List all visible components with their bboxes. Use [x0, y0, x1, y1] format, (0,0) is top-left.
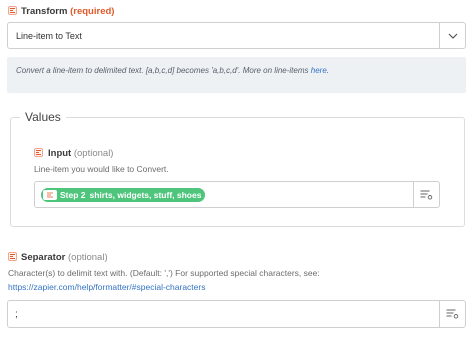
optional-tag: (optional): [68, 252, 108, 263]
transform-select[interactable]: Line-item to Text: [7, 22, 466, 49]
required-tag: (required): [70, 6, 115, 17]
input-label: Input (optional): [48, 148, 113, 159]
special-characters-link[interactable]: https://zapier.com/help/formatter/#speci…: [8, 282, 205, 292]
input-help: Line-item you would like to Convert.: [34, 164, 169, 174]
step-value-pill[interactable]: Step 2 shirts, widgets, stuff, shoes: [41, 188, 206, 202]
step-app-icon: [43, 190, 57, 200]
separator-value: ;: [15, 309, 18, 320]
chevron-down-icon[interactable]: [439, 23, 465, 48]
formatter-icon: [34, 148, 43, 157]
separator-label-text: Separator: [21, 252, 66, 263]
transform-label-text: Transform: [21, 6, 68, 17]
optional-tag: (optional): [73, 148, 114, 159]
formatter-icon: [8, 252, 17, 261]
formatter-icon: [8, 6, 17, 15]
line-items-help-link[interactable]: here: [311, 66, 327, 75]
info-text: Convert a line-item to delimited text. […: [16, 66, 329, 75]
info-text-suffix: .: [326, 66, 329, 75]
info-text-body: Convert a line-item to delimited text. […: [16, 66, 311, 75]
transform-select-value: Line-item to Text: [16, 31, 82, 41]
input-field[interactable]: Step 2 shirts, widgets, stuff, shoes: [34, 181, 440, 208]
separator-label: Separator (optional): [21, 252, 108, 263]
values-title: Values: [20, 110, 66, 124]
list-options-icon[interactable]: [439, 301, 465, 327]
separator-help: Character(s) to delimit text with. (Defa…: [8, 268, 320, 278]
pill-value-text: shirts, widgets, stuff, shoes: [89, 190, 202, 200]
input-label-text: Input: [48, 148, 72, 159]
pill-step-label: Step 2: [60, 190, 86, 200]
transform-label: Transform (required): [21, 6, 114, 17]
info-bar: Convert a line-item to delimited text. […: [7, 57, 466, 93]
list-options-icon[interactable]: [413, 182, 439, 207]
separator-input[interactable]: ;: [7, 300, 466, 328]
